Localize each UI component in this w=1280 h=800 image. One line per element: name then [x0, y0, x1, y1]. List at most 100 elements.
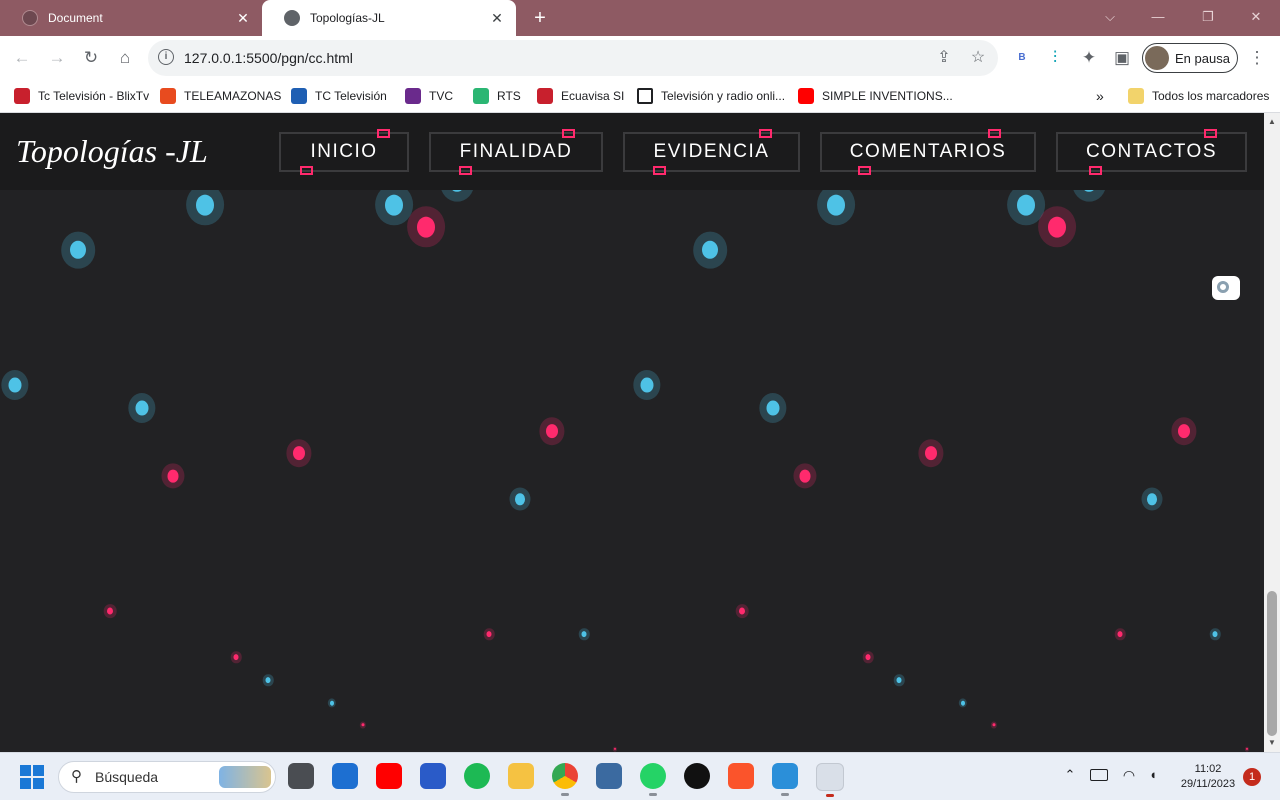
restore-button[interactable]: ❐: [1194, 6, 1222, 28]
particle: [107, 607, 113, 615]
nav-comentarios[interactable]: COMENTARIOS: [820, 129, 1036, 175]
bookmark-item[interactable]: SIMPLE INVENTIONS...: [798, 80, 953, 112]
running-indicator: [561, 793, 569, 796]
notification-badge[interactable]: 1: [1243, 768, 1261, 786]
nav-label: INICIO: [310, 141, 378, 162]
floating-widget-button[interactable]: [1212, 276, 1240, 300]
side-panel-icon[interactable]: ▣: [1110, 46, 1134, 70]
window-close-button[interactable]: ✕: [1242, 6, 1270, 28]
volume-icon[interactable]: ◖: [1144, 766, 1162, 784]
particle: [293, 446, 305, 460]
reload-button[interactable]: ↻: [79, 46, 103, 70]
menu-kebab-icon[interactable]: ⋮: [1245, 46, 1269, 70]
nav-finalidad[interactable]: FINALIDAD: [429, 129, 603, 175]
bookmark-label: TC Televisión: [315, 89, 387, 103]
page-scrollbar[interactable]: ▲ ▼: [1264, 113, 1280, 752]
bookmark-favicon-icon: [537, 88, 553, 104]
tiktok-app-icon[interactable]: [684, 763, 710, 789]
scroll-thumb[interactable]: [1267, 591, 1277, 736]
search-icon: ⚲: [71, 768, 82, 785]
vscode-app-icon[interactable]: [772, 763, 798, 796]
close-icon[interactable]: ✕: [488, 9, 506, 27]
close-icon[interactable]: ✕: [234, 9, 252, 27]
file-explorer-icon[interactable]: [508, 763, 534, 789]
url-text[interactable]: 127.0.0.1:5500/pgn/cc.html: [184, 40, 353, 76]
chrome-app-icon[interactable]: [552, 763, 578, 796]
clock-date: 29/11/2023: [1180, 778, 1236, 790]
particle: [233, 654, 239, 660]
particle: [865, 654, 871, 660]
address-bar[interactable]: i 127.0.0.1:5500/pgn/cc.html ⇪ ☆: [148, 40, 998, 76]
tab-title: Document: [48, 11, 103, 25]
decor-square: [759, 129, 772, 138]
system-clock[interactable]: 11:02 29/11/2023: [1176, 762, 1240, 792]
particle: [581, 631, 587, 637]
taskbar-search[interactable]: ⚲ Búsqueda: [58, 761, 276, 793]
bookmark-item[interactable]: RTS: [473, 80, 521, 112]
particle: [1017, 194, 1035, 216]
keyboard-icon[interactable]: [1090, 769, 1108, 781]
nav-contactos[interactable]: CONTACTOS: [1056, 129, 1247, 175]
decor-square: [377, 129, 390, 138]
particle: [1212, 631, 1218, 637]
tab-topologias[interactable]: Topologías-JL ✕: [262, 0, 516, 36]
profile-button[interactable]: En pausa: [1142, 43, 1238, 73]
extension-b-icon[interactable]: B: [1010, 46, 1034, 70]
start-logo-pane: [20, 765, 31, 776]
bookmark-label: RTS: [497, 89, 521, 103]
spotify-app-icon[interactable]: [464, 763, 490, 789]
particle: [135, 400, 149, 416]
bookmark-item[interactable]: TC Televisión: [291, 80, 387, 112]
tab-strip: Document ✕ Topologías-JL ✕ + ⌵ — ❐ ✕: [0, 0, 1280, 36]
audio-extension-icon[interactable]: ⫶: [1043, 46, 1067, 70]
forward-button[interactable]: →: [45, 46, 69, 70]
particle: [961, 700, 965, 706]
extensions-puzzle-icon[interactable]: ✦: [1077, 46, 1101, 70]
globe-icon: [22, 10, 38, 26]
scroll-up-icon[interactable]: ▲: [1264, 115, 1280, 129]
camera-app-icon[interactable]: [288, 763, 314, 789]
scroll-down-icon[interactable]: ▼: [1264, 736, 1280, 750]
bookmark-favicon-icon: [291, 88, 307, 104]
bookmarks-overflow-button[interactable]: »: [1096, 80, 1104, 112]
bookmark-item[interactable]: TELEAMAZONAS: [160, 80, 281, 112]
profile-label: En pausa: [1175, 50, 1230, 66]
bookmark-item[interactable]: Tc Televisión - BlixTv: [14, 80, 149, 112]
new-tab-button[interactable]: +: [528, 6, 552, 30]
nav-evidencia[interactable]: EVIDENCIA: [623, 129, 800, 175]
particle: [546, 424, 558, 438]
tab-search-icon[interactable]: ⌵: [1096, 6, 1124, 28]
wifi-icon[interactable]: ◠: [1120, 766, 1138, 784]
bookmark-star-icon[interactable]: ☆: [966, 46, 990, 70]
all-bookmarks-folder[interactable]: Todos los marcadores: [1128, 80, 1269, 112]
site-info-icon[interactable]: i: [158, 49, 174, 65]
particle: [167, 469, 179, 483]
youtube-app-icon[interactable]: [376, 763, 402, 789]
particle: [1147, 493, 1157, 505]
tab-document[interactable]: Document ✕: [0, 0, 262, 36]
back-button[interactable]: ←: [10, 46, 34, 70]
snipping-tool-app-icon[interactable]: [816, 763, 844, 797]
nav-inicio[interactable]: INICIO: [279, 129, 409, 175]
minimize-button[interactable]: —: [1144, 6, 1172, 28]
home-button[interactable]: ⌂: [113, 46, 137, 70]
bookmark-item[interactable]: Televisión y radio onli...: [637, 80, 785, 112]
python-app-icon[interactable]: [596, 763, 622, 789]
decor-square: [988, 129, 1001, 138]
chevron-up-icon[interactable]: ⌃: [1062, 767, 1078, 783]
brave-app-icon[interactable]: [728, 763, 754, 789]
share-icon[interactable]: ⇪: [932, 46, 956, 70]
decor-square: [300, 166, 313, 175]
store-app-icon[interactable]: [420, 763, 446, 789]
particle: [799, 469, 811, 483]
start-logo-pane: [33, 778, 44, 789]
bookmark-item[interactable]: Ecuavisa SI: [537, 80, 624, 112]
nav-label: EVIDENCIA: [653, 141, 770, 162]
particle: [330, 700, 334, 706]
start-button[interactable]: [20, 765, 44, 789]
start-logo-pane: [33, 765, 44, 776]
bookmark-item[interactable]: TVC: [405, 80, 453, 112]
mail-app-icon[interactable]: [332, 763, 358, 789]
site-title[interactable]: Topologías -JL: [16, 133, 208, 170]
whatsapp-app-icon[interactable]: [640, 763, 666, 796]
